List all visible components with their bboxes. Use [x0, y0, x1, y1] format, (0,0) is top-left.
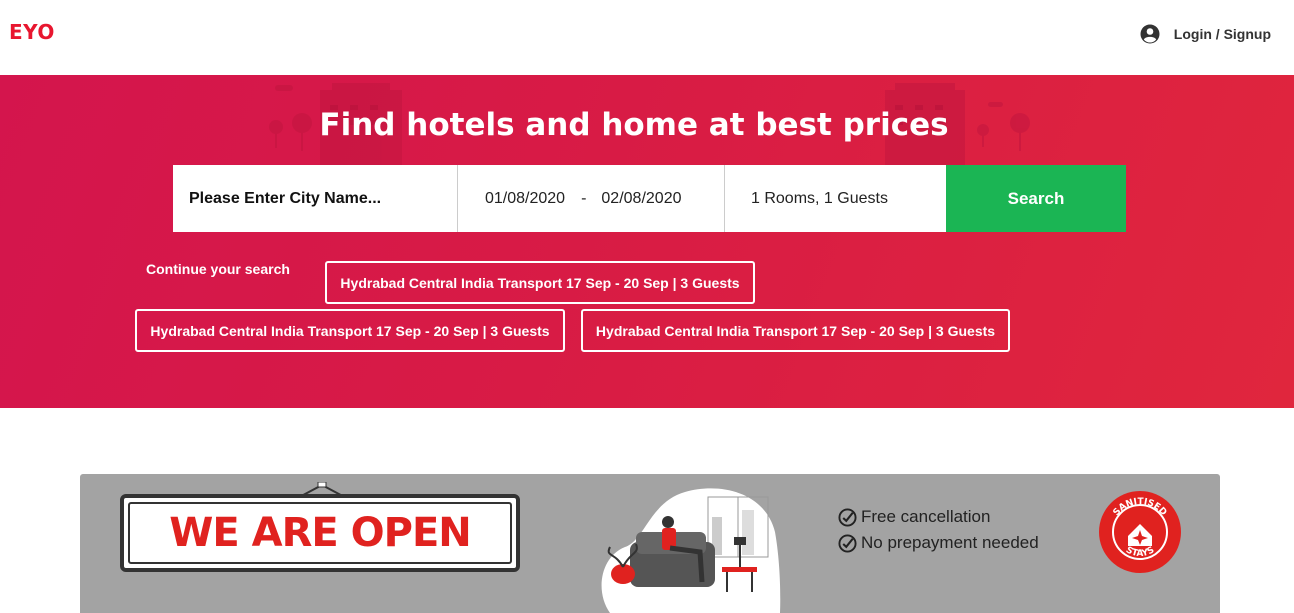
hero-search-section: Find hotels and home at best prices Plea… [0, 75, 1294, 408]
eyo-logo[interactable]: EYO [9, 20, 55, 44]
promo-banner[interactable]: WE ARE OPEN Free cancellation No prepaym… [80, 474, 1220, 613]
feature-item: Free cancellation [838, 507, 1039, 527]
continue-search-label: Continue your search [146, 261, 290, 277]
date-range-picker[interactable]: 01/08/2020 - 02/08/2020 [458, 165, 725, 232]
login-signup-link[interactable]: Login / Signup [1140, 24, 1271, 44]
feature-item: No prepayment needed [838, 533, 1039, 553]
date-separator: - [581, 189, 587, 207]
feature-label: No prepayment needed [861, 533, 1039, 552]
recent-search-chip[interactable]: Hydrabad Central India Transport 17 Sep … [325, 261, 755, 304]
feature-list: Free cancellation No prepayment needed [838, 507, 1039, 559]
rooms-guests-selector[interactable]: 1 Rooms, 1 Guests [725, 165, 946, 232]
check-circle-icon [838, 533, 857, 553]
hero-title: Find hotels and home at best prices [319, 107, 949, 143]
search-button[interactable]: Search [946, 165, 1126, 232]
top-header: EYO Login / Signup [0, 0, 1294, 75]
recent-search-chip[interactable]: Hydrabad Central India Transport 17 Sep … [581, 309, 1010, 352]
feature-label: Free cancellation [861, 507, 991, 526]
person-relaxing-illustration [601, 488, 781, 613]
login-signup-label: Login / Signup [1173, 26, 1271, 42]
recent-search-chip[interactable]: Hydrabad Central India Transport 17 Sep … [135, 309, 565, 352]
we-are-open-sign: WE ARE OPEN [120, 494, 520, 572]
city-input[interactable]: Please Enter City Name... [173, 165, 458, 232]
checkin-date: 01/08/2020 [485, 189, 566, 207]
we-are-open-text: WE ARE OPEN [169, 510, 471, 556]
user-account-icon [1140, 24, 1160, 44]
checkout-date: 02/08/2020 [601, 189, 682, 207]
sanitised-stays-badge-icon: SANITISED STAYS [1099, 491, 1181, 573]
search-bar: Please Enter City Name... 01/08/2020 - 0… [173, 165, 1126, 232]
check-circle-icon [838, 507, 857, 527]
